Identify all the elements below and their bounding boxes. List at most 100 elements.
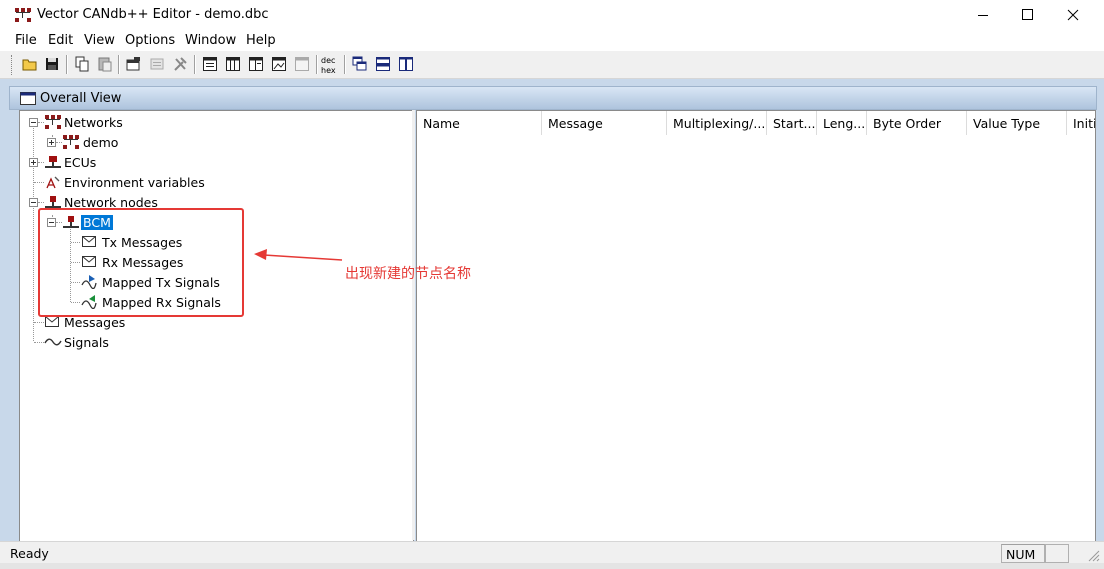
menu-options[interactable]: Options: [125, 33, 175, 48]
open-button[interactable]: [20, 54, 40, 74]
expand-demo-toggle[interactable]: [47, 138, 56, 147]
column-header-message[interactable]: Message: [542, 111, 667, 135]
menu-help[interactable]: Help: [246, 33, 276, 48]
resize-grip-icon[interactable]: [1086, 548, 1100, 562]
properties-icon: [126, 57, 140, 71]
expand-ecus-toggle[interactable]: [29, 158, 38, 167]
overall-view-icon: [20, 92, 36, 105]
paste-button[interactable]: [95, 54, 115, 74]
hex-label: hex: [321, 66, 336, 75]
collapse-network-nodes-toggle[interactable]: [29, 198, 38, 207]
column-header-value-type[interactable]: Value Type: [967, 111, 1067, 135]
annotation-text: 出现新建的节点名称: [345, 266, 471, 282]
column-header-byte-order[interactable]: Byte Order: [867, 111, 967, 135]
messages-label: Messages: [64, 315, 126, 330]
title-bar: Vector CANdb++ Editor - demo.dbc: [0, 0, 1104, 30]
environment-variables-label: Environment variables: [64, 175, 205, 190]
save-button[interactable]: [42, 54, 62, 74]
minimize-button[interactable]: [960, 0, 1006, 30]
detail-view-button[interactable]: [246, 54, 266, 74]
disabled-button[interactable]: [147, 54, 167, 74]
menu-bar: File Edit View Options Window Help: [0, 30, 1104, 51]
menu-file[interactable]: File: [15, 33, 37, 48]
networks-label: Networks: [64, 115, 123, 130]
tree-item-environment-variables[interactable]: Environment variables: [20, 172, 400, 192]
column-header-initial[interactable]: Initi: [1067, 111, 1095, 135]
copy-button[interactable]: [72, 54, 92, 74]
status-cell: [1045, 544, 1069, 563]
maximize-icon: [1022, 9, 1033, 20]
tree-item-signals[interactable]: Signals: [20, 332, 400, 352]
menu-edit[interactable]: Edit: [48, 33, 73, 48]
tile-vertical-icon: [399, 57, 413, 71]
menu-window[interactable]: Window: [185, 33, 236, 48]
environment-variable-icon: [46, 176, 60, 189]
network-icon: [63, 135, 79, 149]
minimize-icon: [978, 15, 988, 16]
tools-icon: [174, 57, 187, 71]
envelope-icon: [45, 316, 59, 327]
toolbar-separator: [118, 55, 120, 74]
tree-view[interactable]: Networks demo ECUs Environment variables: [19, 110, 414, 542]
tools-button[interactable]: [170, 54, 190, 74]
open-folder-icon: [22, 59, 37, 71]
networks-icon: [45, 115, 61, 129]
signals-label: Signals: [64, 335, 109, 350]
status-bar: Ready NUM: [0, 541, 1104, 564]
save-icon: [46, 58, 58, 70]
demo-label: demo: [83, 135, 119, 150]
image-view-button[interactable]: [269, 54, 289, 74]
tree-item-demo[interactable]: demo: [20, 132, 400, 152]
bottom-strip: [0, 563, 1104, 569]
overall-view-titlebar[interactable]: Overall View: [9, 86, 1097, 110]
copy-icon: [75, 56, 89, 72]
column-header-length[interactable]: Leng...: [817, 111, 867, 135]
list-view-button[interactable]: [200, 54, 220, 74]
close-button[interactable]: [1050, 0, 1096, 30]
annotation-arrow: [254, 249, 343, 261]
dec-hex-icon: dec hex: [321, 56, 336, 75]
toolbar: dec hex: [0, 51, 1104, 79]
toolbar-grip[interactable]: [11, 55, 14, 75]
table-view-icon: [226, 57, 240, 71]
column-header-name[interactable]: Name: [417, 111, 542, 135]
dec-hex-button[interactable]: dec hex: [320, 54, 340, 75]
detail-view-icon: [249, 57, 263, 71]
column-header-start[interactable]: Start...: [767, 111, 817, 135]
dec-label: dec: [321, 56, 335, 65]
list-view-icon: [203, 57, 217, 71]
ecus-label: ECUs: [64, 155, 97, 170]
properties-button[interactable]: [124, 54, 144, 74]
tile-horizontal-button[interactable]: [373, 54, 393, 74]
toolbar-separator: [316, 55, 318, 74]
pane-splitter[interactable]: [412, 110, 415, 540]
network-nodes-icon: [45, 196, 61, 208]
cascade-icon: [352, 56, 367, 71]
paste-icon: [98, 57, 112, 72]
signal-list-view[interactable]: Name Message Multiplexing/... Start... L…: [416, 110, 1096, 542]
annotation-highlight-box: [38, 208, 244, 317]
disabled-icon: [150, 58, 164, 70]
maximize-button[interactable]: [1004, 0, 1050, 30]
disabled-view-button[interactable]: [292, 54, 312, 74]
tree-item-ecus[interactable]: ECUs: [20, 152, 400, 172]
cascade-button[interactable]: [350, 54, 370, 74]
window-title: Vector CANdb++ Editor - demo.dbc: [37, 7, 269, 22]
overall-view-title: Overall View: [40, 91, 122, 106]
toolbar-separator: [66, 55, 68, 74]
table-view-button[interactable]: [223, 54, 243, 74]
close-icon: [1067, 9, 1079, 21]
tree-item-networks[interactable]: Networks: [20, 112, 400, 132]
column-header-multiplexing[interactable]: Multiplexing/...: [667, 111, 767, 135]
tile-vertical-button[interactable]: [396, 54, 416, 74]
image-view-icon: [272, 57, 286, 71]
tile-horizontal-icon: [376, 57, 390, 71]
signal-wave-icon: [44, 338, 62, 346]
num-lock-indicator: NUM: [1001, 544, 1045, 563]
collapse-networks-toggle[interactable]: [29, 118, 38, 127]
toolbar-separator: [194, 55, 196, 74]
network-app-icon: [15, 8, 31, 22]
status-text: Ready: [10, 546, 49, 561]
menu-view[interactable]: View: [84, 33, 115, 48]
toolbar-separator: [344, 55, 346, 74]
